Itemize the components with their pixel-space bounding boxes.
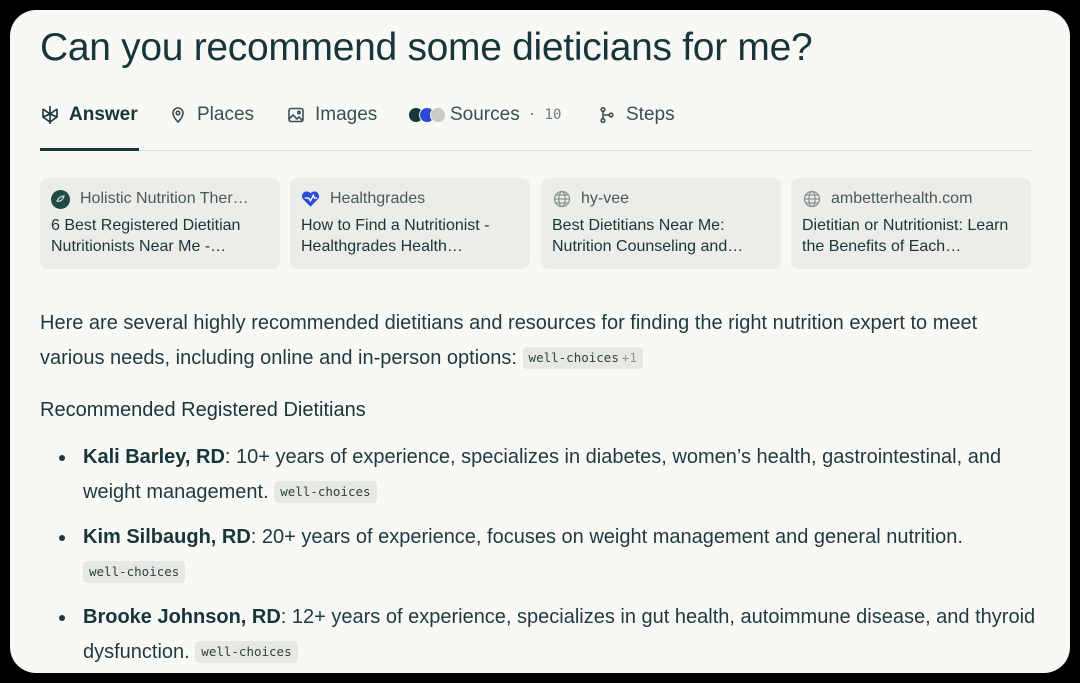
- source-title: How to Find a Nutritionist - Healthgrade…: [301, 217, 490, 255]
- tab-sources[interactable]: Sources · 10: [408, 100, 561, 130]
- source-title: Best Dietitians Near Me: Nutrition Couns…: [552, 217, 744, 255]
- dietitian-description: : 20+ years of experience, focuses on we…: [250, 526, 963, 548]
- citation-chip[interactable]: well-choices: [195, 641, 298, 663]
- section-heading: Recommended Registered Dietitians: [40, 399, 366, 421]
- tab-label: Steps: [626, 104, 675, 125]
- list-item: Kali Barley, RD: 10+ years of experience…: [40, 440, 1040, 510]
- image-icon: [286, 105, 306, 125]
- answer-icon: [40, 105, 60, 125]
- answer-intro: Here are several highly recommended diet…: [40, 306, 1000, 376]
- source-name: hy-vee: [581, 190, 630, 207]
- tab-images[interactable]: Images: [286, 100, 377, 130]
- citation-chip[interactable]: well-choices: [83, 561, 186, 583]
- tab-places[interactable]: Places: [168, 100, 254, 130]
- citation-chip[interactable]: well-choices: [274, 481, 377, 503]
- sources-count: · 10: [527, 107, 562, 123]
- list-item: Kim Silbaugh, RD: 20+ years of experienc…: [40, 520, 1040, 590]
- source-card[interactable]: Holistic Nutrition Ther… 6 Best Register…: [40, 178, 280, 269]
- dietitian-name: Kali Barley, RD: [83, 446, 225, 468]
- tab-bar: Answer Places Images Sources · 10 Steps: [40, 94, 1031, 151]
- source-title: Dietitian or Nutritionist: Learn the Ben…: [802, 217, 1009, 255]
- active-tab-indicator: [40, 148, 139, 151]
- tab-steps[interactable]: Steps: [597, 100, 675, 130]
- tab-answer[interactable]: Answer: [40, 100, 138, 130]
- source-card[interactable]: hy-vee Best Dietitians Near Me: Nutritio…: [541, 178, 781, 269]
- globe-icon: [552, 190, 571, 209]
- source-card[interactable]: ambetterhealth.com Dietitian or Nutritio…: [791, 178, 1031, 269]
- tab-label: Images: [315, 104, 378, 125]
- citation-extra: +1: [621, 350, 637, 365]
- source-name: Holistic Nutrition Ther…: [80, 190, 249, 207]
- globe-icon: [802, 190, 821, 209]
- healthgrades-favicon: [301, 190, 320, 209]
- steps-icon: [597, 105, 617, 125]
- map-pin-icon: [168, 105, 188, 125]
- sources-icon: [408, 107, 446, 123]
- source-card[interactable]: Healthgrades How to Find a Nutritionist …: [290, 178, 530, 269]
- citation-label: well-choices: [528, 350, 619, 365]
- source-cards: Holistic Nutrition Ther… 6 Best Register…: [40, 178, 1031, 269]
- answer-panel: Can you recommend some dieticians for me…: [10, 10, 1070, 673]
- tab-label: Places: [197, 104, 255, 125]
- intro-text: Here are several highly recommended diet…: [40, 312, 978, 369]
- page-title: Can you recommend some dieticians for me…: [40, 26, 813, 69]
- source-name: Healthgrades: [330, 190, 426, 207]
- source-name: ambetterhealth.com: [831, 190, 973, 207]
- dietitian-list: Kali Barley, RD: 10+ years of experience…: [40, 440, 1040, 673]
- list-item: Brooke Johnson, RD: 12+ years of experie…: [40, 600, 1040, 670]
- tab-label: Answer: [69, 104, 138, 125]
- dietitian-name: Kim Silbaugh, RD: [83, 526, 251, 548]
- source-title: 6 Best Registered Dietitian Nutritionist…: [51, 217, 241, 255]
- holistic-favicon: [51, 189, 70, 209]
- citation-chip[interactable]: well-choices +1: [522, 347, 643, 369]
- dietitian-name: Brooke Johnson, RD: [83, 606, 281, 628]
- tab-label: Sources: [450, 104, 520, 125]
